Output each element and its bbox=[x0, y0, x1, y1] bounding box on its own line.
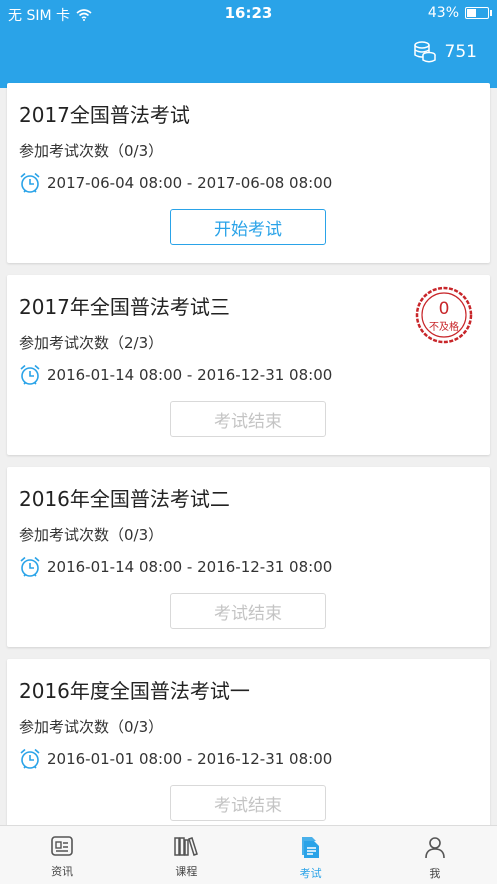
exam-title: 2016年度全国普法考试一 bbox=[19, 679, 250, 703]
books-icon bbox=[174, 837, 199, 856]
alarm-clock-icon bbox=[20, 172, 40, 193]
exam-card: 2017全国普法考试 参加考试次数（0/3） 2017-06-04 08:00 … bbox=[7, 83, 490, 263]
coin-count: 751 bbox=[444, 42, 477, 62]
tab-courses[interactable]: 课程 bbox=[124, 826, 248, 884]
tab-label: 考试 bbox=[299, 867, 322, 880]
exam-time-range: 2016-01-14 08:00 - 2016-12-31 08:00 bbox=[47, 558, 333, 576]
tab-me[interactable]: 我 bbox=[373, 826, 497, 884]
tab-label: 资讯 bbox=[51, 865, 74, 878]
bottom-tab-bar: 资讯 课程 考试 我 bbox=[0, 825, 497, 884]
exam-card: 2016年全国普法考试二 参加考试次数（0/3） 2016-01-14 08:0… bbox=[7, 467, 490, 647]
app-header: 无 SIM 卡 16:23 43% 751 bbox=[0, 0, 497, 88]
tab-label: 我 bbox=[429, 867, 441, 880]
stamp-score: 0 bbox=[439, 299, 450, 319]
exam-ended-button[interactable]: 考试结束 bbox=[170, 401, 326, 437]
battery-icon bbox=[465, 7, 492, 19]
alarm-clock-icon bbox=[20, 364, 40, 385]
person-icon bbox=[425, 837, 445, 859]
exam-title: 2016年全国普法考试二 bbox=[19, 487, 230, 511]
exam-attempts: 参加考试次数（0/3） bbox=[19, 718, 164, 736]
coin-balance[interactable]: 751 bbox=[413, 40, 477, 64]
tab-label: 课程 bbox=[175, 865, 198, 878]
start-exam-button[interactable]: 开始考试 bbox=[170, 209, 326, 245]
exam-attempts: 参加考试次数（0/3） bbox=[19, 526, 164, 544]
exam-time-range: 2016-01-01 08:00 - 2016-12-31 08:00 bbox=[47, 750, 333, 768]
tab-exam[interactable]: 考试 bbox=[249, 826, 373, 884]
exam-time-range: 2016-01-14 08:00 - 2016-12-31 08:00 bbox=[47, 366, 333, 384]
exam-document-icon bbox=[301, 837, 319, 858]
exam-title: 2017全国普法考试 bbox=[19, 103, 190, 127]
tab-news[interactable]: 资讯 bbox=[0, 826, 124, 884]
stamp-text: 不及格 bbox=[429, 320, 459, 333]
exam-ended-button[interactable]: 考试结束 bbox=[170, 785, 326, 821]
coin-stack-icon bbox=[413, 41, 436, 63]
fail-stamp: 0 不及格 bbox=[415, 286, 473, 344]
exam-title: 2017年全国普法考试三 bbox=[19, 295, 230, 319]
alarm-clock-icon bbox=[20, 556, 40, 577]
battery-level bbox=[467, 9, 476, 17]
exam-ended-button[interactable]: 考试结束 bbox=[170, 593, 326, 629]
exam-attempts: 参加考试次数（0/3） bbox=[19, 142, 164, 160]
exam-card: 2016年度全国普法考试一 参加考试次数（0/3） 2016-01-01 08:… bbox=[7, 659, 490, 839]
exam-card: 2017年全国普法考试三 参加考试次数（2/3） 2016-01-14 08:0… bbox=[7, 275, 490, 455]
exam-attempts: 参加考试次数（2/3） bbox=[19, 334, 164, 352]
status-bar: 无 SIM 卡 16:23 43% bbox=[0, 0, 497, 26]
news-icon bbox=[51, 836, 73, 856]
exam-time-range: 2017-06-04 08:00 - 2017-06-08 08:00 bbox=[47, 174, 333, 192]
battery-percent: 43% bbox=[427, 5, 459, 21]
status-time: 16:23 bbox=[224, 4, 273, 22]
alarm-clock-icon bbox=[20, 748, 40, 769]
